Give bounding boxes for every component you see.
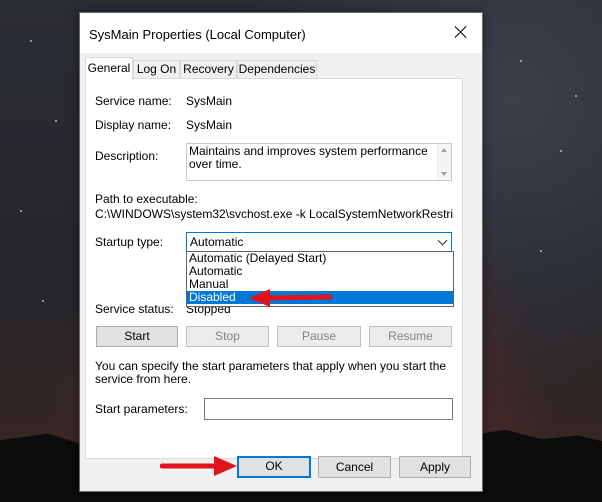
tab-general[interactable]: General bbox=[85, 57, 133, 80]
scroll-up-icon[interactable] bbox=[441, 148, 447, 152]
star bbox=[575, 95, 577, 97]
cancel-button[interactable]: Cancel bbox=[318, 456, 391, 478]
service-name-label: Service name: bbox=[95, 94, 172, 108]
pause-button[interactable]: Pause bbox=[277, 326, 361, 347]
description-scrollbar[interactable] bbox=[437, 144, 451, 180]
path-value: C:\WINDOWS\system32\svchost.exe -k Local… bbox=[95, 207, 453, 221]
arrow-icon bbox=[249, 289, 332, 307]
arrow-icon bbox=[160, 456, 237, 476]
description-text: Maintains and improves system performanc… bbox=[189, 144, 428, 171]
tab-recovery[interactable]: Recovery bbox=[180, 60, 237, 78]
star bbox=[560, 150, 562, 152]
path-label: Path to executable: bbox=[95, 192, 198, 206]
start-params-input[interactable] bbox=[204, 398, 453, 420]
start-button[interactable]: Start bbox=[96, 326, 178, 347]
resume-button[interactable]: Resume bbox=[369, 326, 452, 347]
apply-button[interactable]: Apply bbox=[399, 456, 471, 478]
startup-type-select[interactable]: Automatic bbox=[186, 232, 452, 252]
star bbox=[20, 210, 22, 212]
display-name-label: Display name: bbox=[95, 118, 172, 132]
chevron-down-icon[interactable] bbox=[437, 235, 448, 246]
title-bar[interactable]: SysMain Properties (Local Computer) bbox=[80, 13, 482, 53]
ok-button[interactable]: OK bbox=[237, 456, 311, 478]
star bbox=[540, 250, 542, 252]
tab-log-on[interactable]: Log On bbox=[133, 60, 180, 78]
stop-button[interactable]: Stop bbox=[186, 326, 269, 347]
window-title: SysMain Properties (Local Computer) bbox=[89, 27, 306, 42]
display-name-value: SysMain bbox=[186, 118, 233, 132]
description-box[interactable]: Maintains and improves system performanc… bbox=[186, 143, 452, 181]
star bbox=[55, 120, 57, 122]
description-label: Description: bbox=[95, 149, 159, 163]
info-text: You can specify the start parameters tha… bbox=[95, 359, 447, 386]
scroll-down-icon[interactable] bbox=[441, 172, 447, 176]
close-icon[interactable] bbox=[452, 23, 470, 41]
star bbox=[30, 40, 32, 42]
startup-type-label: Startup type: bbox=[95, 235, 164, 249]
service-status-label: Service status: bbox=[95, 302, 174, 316]
star bbox=[42, 300, 44, 302]
service-name-value: SysMain bbox=[186, 94, 233, 108]
startup-type-value: Automatic bbox=[190, 235, 244, 249]
start-params-label: Start parameters: bbox=[95, 402, 188, 416]
tab-dependencies[interactable]: Dependencies bbox=[237, 60, 317, 78]
star bbox=[520, 60, 522, 62]
